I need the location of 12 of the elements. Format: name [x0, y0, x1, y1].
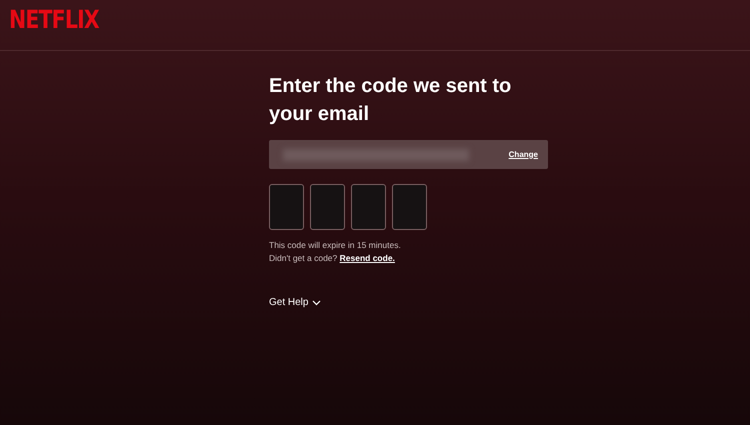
- resend-prompt: Didn't get a code?: [269, 253, 338, 263]
- code-digit-field[interactable]: [269, 184, 304, 230]
- get-help-button[interactable]: Get Help: [269, 295, 322, 310]
- expiry-note: This code will expire in 15 minutes.: [269, 239, 402, 252]
- resend-link[interactable]: Resend code.: [340, 253, 395, 263]
- change-link[interactable]: Change: [508, 148, 538, 160]
- chevron-down-icon: [312, 300, 322, 306]
- page-heading: Enter the code we sent to your email: [269, 74, 512, 127]
- code-digit-field[interactable]: [392, 184, 427, 230]
- code-digit-field[interactable]: [310, 184, 345, 230]
- email-field[interactable]: Change: [269, 140, 548, 169]
- code-digit-field[interactable]: [351, 184, 386, 230]
